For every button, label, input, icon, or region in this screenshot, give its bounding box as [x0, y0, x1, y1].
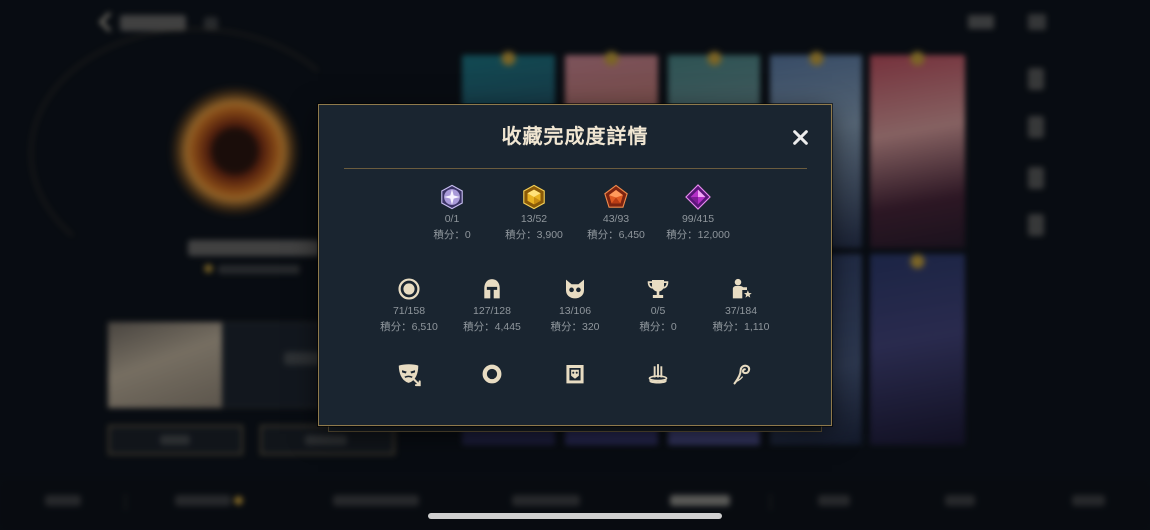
theater-mask-icon	[395, 360, 423, 388]
close-button[interactable]	[788, 125, 812, 149]
ring-icon	[478, 360, 506, 388]
stat-score: 積分：1,110	[712, 321, 770, 333]
category-stat	[368, 360, 451, 388]
stat-score: 積分：3,900	[505, 229, 563, 241]
collection-details-modal: 收藏完成度詳情 0/1 積分：0 13/52 積分：3,900 43/93 積分…	[318, 104, 832, 426]
category-stat: 71/158 積分：6,510	[368, 275, 451, 335]
person-star-icon	[727, 275, 755, 303]
rarity-stat: 43/93 積分：6,450	[575, 183, 657, 243]
title-divider	[344, 168, 807, 169]
modal-bottom-edge	[328, 425, 822, 432]
stat-count: 13/52	[520, 213, 548, 225]
stat-count: 71/158	[392, 305, 426, 317]
rarity-stat: 99/415 積分：12,000	[657, 183, 739, 243]
stat-score: 積分：6,510	[380, 321, 438, 333]
rarity-stat: 0/1 積分：0	[411, 183, 493, 243]
category-stat	[451, 360, 534, 388]
stat-count: 13/106	[558, 305, 592, 317]
modal-title: 收藏完成度詳情	[501, 126, 649, 148]
helmet-icon	[478, 275, 506, 303]
stat-count: 0/5	[650, 305, 666, 317]
trophy-icon	[644, 275, 672, 303]
stat-count: 99/415	[681, 213, 715, 225]
stat-score: 積分：4,445	[463, 321, 521, 333]
stat-count: 127/128	[473, 305, 511, 317]
category-stat	[534, 360, 617, 388]
category-stat: 37/184 積分：1,110	[700, 275, 783, 335]
game-screen: 收藏完成度詳情 0/1 積分：0 13/52 積分：3,900 43/93 積分…	[0, 0, 1150, 530]
rarity-stat: 13/52 積分：3,900	[493, 183, 575, 243]
category-stats-row: 71/158 積分：6,510 127/128 積分：4,445 13/106 …	[319, 275, 831, 335]
stat-score: 積分：320	[550, 321, 600, 333]
stat-score: 積分：0	[433, 229, 471, 241]
rarity-stats-row: 0/1 積分：0 13/52 積分：3,900 43/93 積分：6,450 9…	[319, 183, 831, 243]
stat-score: 積分：0	[639, 321, 677, 333]
stat-count: 0/1	[444, 213, 460, 225]
ring-target-icon	[395, 275, 423, 303]
stat-score: 積分：6,450	[587, 229, 645, 241]
purple-gem-icon	[684, 183, 712, 211]
white-gem-icon	[438, 183, 466, 211]
category-stat	[617, 360, 700, 388]
category-stat: 13/106 積分：320	[534, 275, 617, 335]
close-icon	[792, 129, 808, 145]
orange-gem-icon	[602, 183, 630, 211]
banner-frame-icon	[561, 360, 589, 388]
category-stat: 0/5 積分：0	[617, 275, 700, 335]
extra-category-row	[319, 360, 831, 388]
home-indicator	[428, 513, 722, 519]
gold-gem-icon	[520, 183, 548, 211]
pedestal-icon	[644, 360, 672, 388]
stat-count: 37/184	[724, 305, 758, 317]
stat-score: 積分：12,000	[666, 229, 730, 241]
category-stat	[700, 360, 783, 388]
swirl-icon	[727, 360, 755, 388]
cat-mask-icon	[561, 275, 589, 303]
stat-count: 43/93	[602, 213, 630, 225]
category-stat: 127/128 積分：4,445	[451, 275, 534, 335]
